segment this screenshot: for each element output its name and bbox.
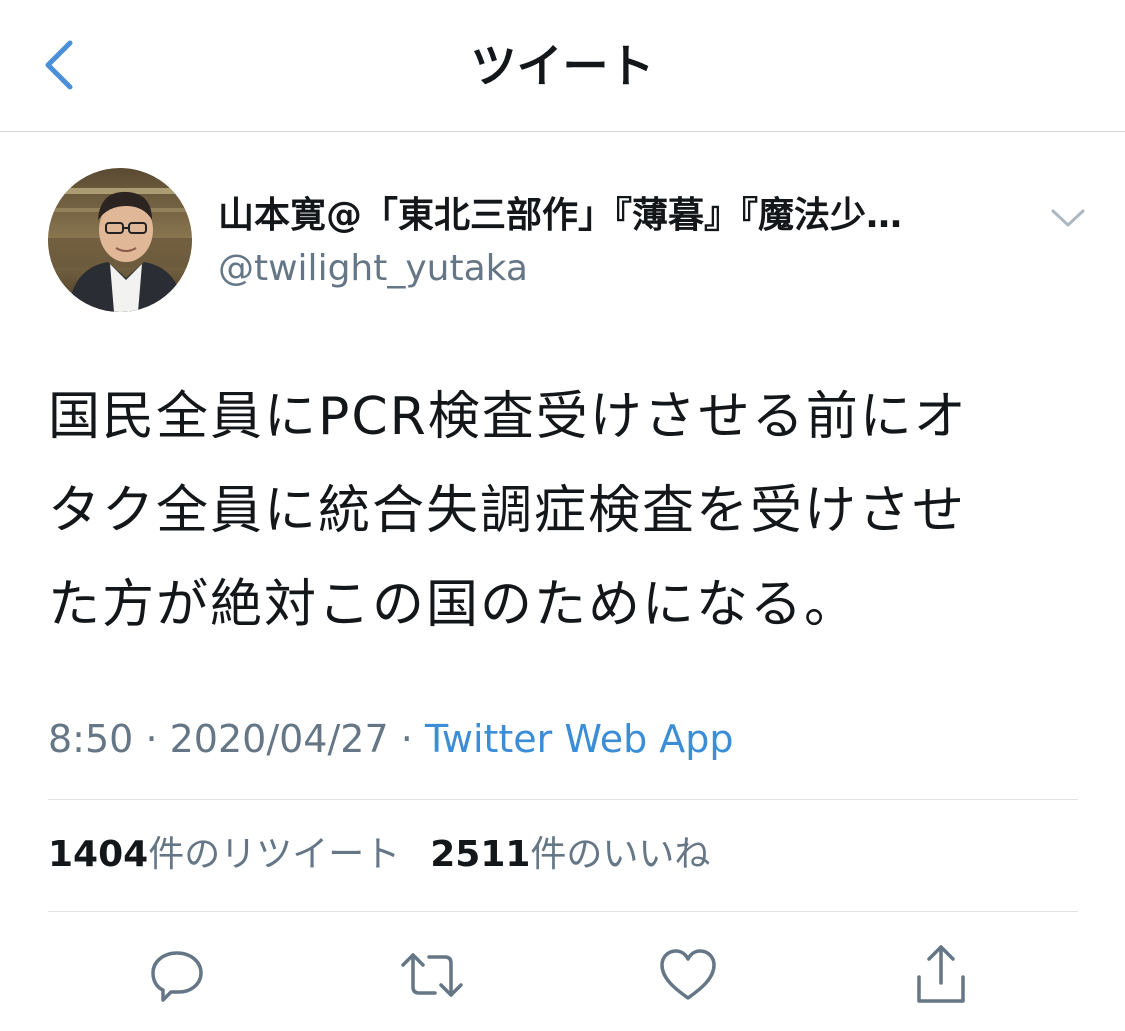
likes-label: 件のいいね	[530, 834, 711, 875]
share-icon	[917, 945, 965, 1003]
author-handle[interactable]: @twilight_yutaka	[218, 246, 528, 292]
retweets-label: 件のリツイート	[148, 834, 401, 875]
likes-stat[interactable]: 2511件のいいね	[430, 830, 710, 880]
tweet-stats: 1404件のリツイート 2511件のいいね	[48, 830, 710, 880]
navigation-bar: ツイート	[0, 0, 1125, 132]
tweet-date: 2020/04/27	[169, 717, 389, 761]
divider	[48, 911, 1078, 912]
author-name[interactable]: 山本寛@「東北三部作」『薄暮』『魔法少…	[218, 192, 1018, 240]
avatar-image	[48, 168, 192, 312]
heart-icon	[660, 949, 716, 1000]
tweet-text-line: 国民全員にPCR検査受けさせる前にオ	[48, 387, 968, 447]
tweet-author: 山本寛@「東北三部作」『薄暮』『魔法少… @twilight_yutaka	[48, 168, 1085, 318]
retweet-icon	[401, 953, 463, 997]
share-button[interactable]	[906, 940, 976, 1010]
tweet-text-line: た方が絶対この国のためになる。	[48, 575, 859, 635]
tweet-actions	[0, 940, 1125, 1020]
reply-icon	[151, 951, 203, 1002]
reply-button[interactable]	[142, 940, 212, 1010]
retweets-count: 1404	[48, 834, 149, 875]
like-button[interactable]	[653, 940, 723, 1010]
tweet-menu-button[interactable]	[1043, 198, 1093, 238]
divider	[48, 799, 1078, 800]
meta-separator: ·	[400, 717, 413, 761]
avatar[interactable]	[48, 168, 192, 312]
tweet-text: 国民全員にPCR検査受けさせる前にオ タク全員に統合失調症検査を受けさせ た方が…	[48, 370, 1088, 652]
page-title: ツイート	[470, 39, 655, 93]
tweet-source-link[interactable]: Twitter Web App	[425, 717, 734, 761]
tweet-time: 8:50	[48, 717, 134, 761]
meta-separator: ·	[145, 717, 158, 761]
tweet-meta: 8:50 · 2020/04/27 · Twitter Web App	[48, 714, 734, 764]
chevron-down-icon	[1051, 209, 1085, 227]
retweet-button[interactable]	[397, 940, 467, 1010]
retweets-stat[interactable]: 1404件のリツイート	[48, 830, 400, 880]
tweet-text-line: タク全員に統合失調症検査を受けさせ	[48, 481, 967, 541]
likes-count: 2511	[430, 834, 531, 875]
